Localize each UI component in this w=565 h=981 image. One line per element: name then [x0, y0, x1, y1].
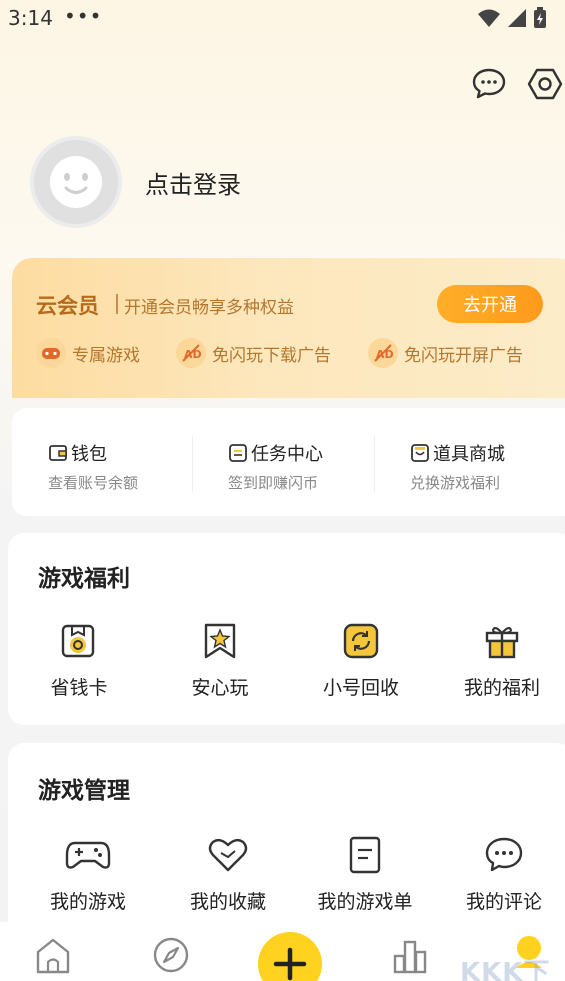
my-favorites-label: 我的收藏 [189, 891, 266, 913]
safe-play-button[interactable]: 安心玩 [160, 621, 280, 700]
signal-icon [508, 9, 526, 27]
avatar[interactable] [30, 136, 122, 228]
recycle-icon [343, 623, 379, 659]
bottom-nav: KKK下载 [0, 922, 565, 981]
game-management-section: 游戏管理 我的游戏 我的收藏 我的游戏单 我的评论 [8, 743, 565, 943]
saving-card-label: 省钱卡 [50, 677, 108, 699]
section-title: 游戏福利 [38, 566, 130, 592]
gamepad-icon [65, 841, 111, 869]
svg-text:AD: AD [184, 348, 201, 361]
vip-subtitle: 开通会员畅享多种权益 [124, 298, 294, 318]
quick-entries-card: 钱包 查看账号余额 任务中心 签到即赚闪币 道具商城 兑换游戏福利 [12, 408, 565, 516]
task-icon [229, 444, 247, 462]
divider [192, 436, 193, 492]
my-welfare-button[interactable]: 我的福利 [442, 621, 562, 700]
heart-icon [208, 838, 248, 872]
saving-card-icon [61, 624, 95, 658]
wifi-icon [478, 9, 500, 27]
item-shop-label: 道具商城 [433, 444, 505, 465]
no-ad-icon: AD [368, 338, 398, 368]
my-games-label: 我的游戏 [49, 891, 126, 913]
wallet-icon [49, 445, 67, 461]
my-game-lists-button[interactable]: 我的游戏单 [305, 835, 425, 914]
wallet-entry[interactable]: 钱包 查看账号余额 [48, 440, 138, 493]
status-icons [477, 7, 547, 29]
vip-card[interactable]: 云会员 开通会员畅享多种权益 去开通 专属游戏 AD 免闪玩下载广告 AD 免闪… [12, 258, 565, 398]
status-bar: 3:14 ••• [0, 0, 565, 38]
perk-label: 专属游戏 [72, 345, 140, 366]
safe-play-label: 安心玩 [191, 677, 249, 699]
my-comments-label: 我的评论 [465, 891, 542, 913]
status-time: 3:14 [8, 6, 53, 30]
vip-perk-exclusive-games: 专属游戏 [36, 338, 140, 368]
hexagon-settings-icon [527, 68, 563, 100]
task-center-sub: 签到即赚闪币 [228, 474, 319, 492]
default-avatar-icon [50, 156, 102, 208]
perk-label: 免闪玩开屏广告 [404, 345, 523, 366]
watermark: KKK下载 [460, 958, 551, 981]
nav-discover[interactable] [152, 936, 190, 978]
home-icon [36, 938, 70, 974]
saving-card-button[interactable]: 省钱卡 [19, 621, 139, 700]
discover-icon [153, 937, 189, 973]
perk-label: 免闪玩下载广告 [212, 345, 331, 366]
my-game-lists-label: 我的游戏单 [317, 891, 413, 913]
my-games-button[interactable]: 我的游戏 [28, 835, 148, 914]
wallet-sub: 查看账号余额 [48, 474, 139, 492]
account-recycle-button[interactable]: 小号回收 [301, 621, 421, 700]
wallet-label: 钱包 [71, 444, 107, 465]
vip-title: 云会员 [36, 294, 99, 318]
list-icon [349, 836, 381, 874]
publish-button[interactable] [258, 932, 322, 981]
shop-icon [411, 444, 429, 462]
open-vip-button[interactable]: 去开通 [437, 285, 543, 323]
item-shop-sub: 兑换游戏福利 [410, 474, 501, 492]
divider [374, 436, 375, 492]
gift-icon [485, 627, 519, 659]
nav-home[interactable] [34, 936, 72, 978]
my-welfare-label: 我的福利 [463, 677, 540, 699]
plus-icon [273, 947, 307, 981]
ranking-icon [393, 940, 427, 974]
task-center-label: 任务中心 [251, 444, 323, 465]
settings-button[interactable] [527, 66, 563, 102]
vip-perk-no-download-ads: AD 免闪玩下载广告 [176, 338, 331, 368]
battery-icon [534, 7, 546, 28]
gamepad-badge-icon [36, 338, 66, 368]
no-ad-icon: AD [176, 338, 206, 368]
svg-text:AD: AD [376, 348, 393, 361]
vip-perk-no-splash-ads: AD 免闪玩开屏广告 [368, 338, 523, 368]
star-bookmark-icon [204, 623, 236, 659]
section-title: 游戏管理 [38, 778, 130, 804]
game-welfare-section: 游戏福利 省钱卡 安心玩 小号回收 我的福利 [8, 533, 565, 725]
account-recycle-label: 小号回收 [322, 677, 399, 699]
task-center-entry[interactable]: 任务中心 签到即赚闪币 [228, 440, 323, 493]
comment-icon [485, 837, 523, 872]
chat-bubble-icon [472, 68, 506, 99]
nav-ranking[interactable] [391, 936, 429, 978]
status-more-dots: ••• [64, 4, 103, 28]
message-button[interactable] [471, 66, 507, 102]
my-favorites-button[interactable]: 我的收藏 [168, 835, 288, 914]
vip-divider [116, 294, 118, 314]
item-shop-entry[interactable]: 道具商城 兑换游戏福利 [410, 440, 505, 493]
login-link[interactable]: 点击登录 [145, 165, 241, 200]
my-comments-button[interactable]: 我的评论 [444, 835, 564, 914]
